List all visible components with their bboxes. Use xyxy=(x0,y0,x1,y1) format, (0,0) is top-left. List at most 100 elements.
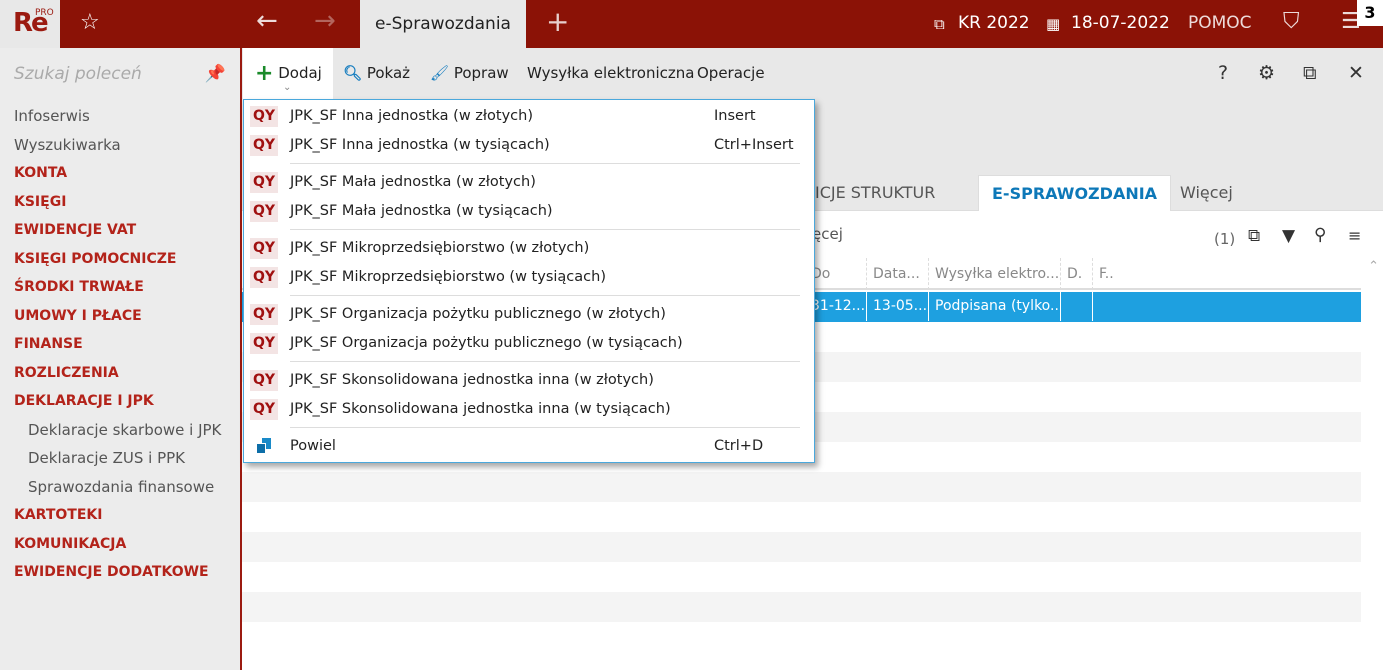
menu-item[interactable]: QY JPK_SF Skonsolidowana jednostka inna (… xyxy=(244,395,814,424)
qy-badge-icon: QY xyxy=(250,398,278,420)
menu-item[interactable]: QY JPK_SF Mała jednostka (w tysiącach) xyxy=(244,197,814,226)
sidebar-item[interactable]: KONTA xyxy=(0,159,240,188)
menu-item[interactable]: QY JPK_SF Inna jednostka (w złotych) Inser… xyxy=(244,102,814,131)
filter-icon[interactable]: ▼ xyxy=(1282,226,1295,246)
sidebar-item[interactable]: EWIDENCJE VAT xyxy=(0,216,240,245)
table-row-empty[interactable] xyxy=(242,502,1361,532)
tab-structures[interactable]: NICJE STRUKTUR xyxy=(803,175,935,211)
menu-item[interactable]: QY JPK_SF Organizacja pożytku publicznego… xyxy=(244,300,814,329)
table-cell: Podpisana (tylko... xyxy=(928,292,1060,321)
menu-item[interactable]: QY JPK_SF Inna jednostka (w tysiącach) Ctr… xyxy=(244,131,814,160)
sidebar-item[interactable]: UMOWY I PŁACE xyxy=(0,302,240,331)
toolbar: + Dodaj ⌄ 🔍︎ Pokaż 🖌︎ Popraw Wysyłka elek… xyxy=(242,48,1383,99)
search-placeholder: Szukaj poleceń xyxy=(14,64,142,84)
menu-item-shortcut: Ctrl+D xyxy=(714,438,764,454)
menu-item[interactable]: QY JPK_SF Mikroprzedsiębiorstwo (w złotyc… xyxy=(244,234,814,263)
column-header[interactable]: Data... xyxy=(866,258,928,290)
star-icon[interactable]: ☆ xyxy=(80,10,100,35)
menu-separator xyxy=(290,229,800,230)
sidebar-item[interactable]: ROZLICZENIA xyxy=(0,359,240,388)
sidebar-item[interactable]: KSIĘGI POMOCNICZE xyxy=(0,245,240,274)
sidebar-item[interactable]: Deklaracje ZUS i PPK xyxy=(0,444,240,473)
electronic-send-button[interactable]: Wysyłka elektroniczna xyxy=(527,48,694,99)
new-tab-plus-icon[interactable]: + xyxy=(546,5,569,38)
restore-window-icon[interactable]: ⧉ xyxy=(1303,62,1317,84)
show-button[interactable]: 🔍︎ Pokaż xyxy=(343,48,410,99)
column-header[interactable]: D. xyxy=(1060,258,1092,290)
menu-item[interactable]: QY JPK_SF Organizacja pożytku publicznego… xyxy=(244,329,814,358)
menu-item-label: JPK_SF Skonsolidowana jednostka inna (w … xyxy=(290,372,654,388)
menu-item-label: JPK_SF Inna jednostka (w tysiącach) xyxy=(290,136,550,153)
close-icon[interactable]: ✕ xyxy=(1348,62,1364,84)
menu-item-label: Powiel xyxy=(290,438,336,454)
sidebar: Szukaj poleceń 📌 Infoserwis Wyszukiwarka KO… xyxy=(0,48,242,670)
sidebar-item[interactable]: KSIĘGI xyxy=(0,188,240,217)
edit-label: Popraw xyxy=(453,64,509,82)
menu-item-shortcut: Insert xyxy=(714,108,756,124)
menu-item-label: JPK_SF Organizacja pożytku publicznego (… xyxy=(290,306,666,322)
brush-icon: 🖌︎ xyxy=(430,64,450,82)
sidebar-item[interactable]: Sprawozdania finansowe xyxy=(0,473,240,502)
tab-more[interactable]: Więcej xyxy=(1180,175,1233,211)
sidebar-item[interactable]: KOMUNIKACJA xyxy=(0,530,240,559)
pin-icon[interactable]: 📌 xyxy=(205,64,226,84)
menu-separator xyxy=(290,427,800,428)
menu-item-label: JPK_SF Organizacja pożytku publicznego (… xyxy=(290,334,683,351)
grid-menu-icon[interactable]: ≡ xyxy=(1348,226,1361,245)
sidebar-item[interactable]: FINANSE xyxy=(0,330,240,359)
qy-badge-icon: QY xyxy=(250,332,278,354)
qy-badge-icon: QY xyxy=(250,370,278,391)
tab-e-sprawozdania-section[interactable]: E-SPRAWOZDANIA xyxy=(978,175,1172,211)
qy-badge-icon: QY xyxy=(250,266,278,288)
add-button[interactable]: + Dodaj ⌄ xyxy=(243,48,333,99)
menu-separator xyxy=(290,295,800,296)
menu-item-label: JPK_SF Mikroprzedsiębiorstwo (w złotych) xyxy=(290,240,590,256)
table-row-empty[interactable] xyxy=(242,592,1361,622)
table-row-empty[interactable] xyxy=(242,532,1361,562)
show-label: Pokaż xyxy=(366,64,411,82)
sidebar-item[interactable]: EWIDENCJE DODATKOWE xyxy=(0,558,240,587)
plus-icon: + xyxy=(255,61,274,86)
add-dropdown-menu: QY JPK_SF Inna jednostka (w złotych) Inser… xyxy=(243,99,815,463)
back-arrow-icon[interactable]: ← xyxy=(256,6,278,36)
company-selector[interactable]: KR 2022 xyxy=(958,13,1030,33)
search-grid-icon[interactable]: ⚲ xyxy=(1314,225,1326,245)
sidebar-item[interactable]: Wyszukiwarka xyxy=(0,131,240,160)
scroll-up-icon[interactable]: ⌃ xyxy=(1368,259,1379,274)
qy-badge-icon: QY xyxy=(250,304,278,325)
forward-arrow-icon[interactable]: → xyxy=(314,6,336,36)
notification-badge: 3 xyxy=(1357,0,1383,26)
menu-item-duplicate[interactable]: Powiel Ctrl+D xyxy=(244,432,814,461)
menu-item-label: JPK_SF Inna jednostka (w złotych) xyxy=(290,108,533,124)
sidebar-item[interactable]: DEKLARACJE I JPK xyxy=(0,387,240,416)
operations-button[interactable]: Operacje xyxy=(697,48,765,99)
menu-item[interactable]: QY JPK_SF Mała jednostka (w złotych) xyxy=(244,168,814,197)
edit-button[interactable]: 🖌︎ Popraw xyxy=(430,48,509,99)
command-search-input[interactable]: Szukaj poleceń 📌 xyxy=(0,48,240,100)
export-icon[interactable]: ⧉ xyxy=(1248,226,1260,246)
more-link[interactable]: ęcej xyxy=(812,225,843,243)
tab-e-sprawozdania[interactable]: e-Sprawozdania xyxy=(360,0,526,48)
table-row-empty[interactable] xyxy=(242,472,1361,502)
table-row-empty[interactable] xyxy=(242,562,1361,592)
sidebar-item[interactable]: Infoserwis xyxy=(0,102,240,131)
record-count: (1) xyxy=(1214,230,1236,248)
menu-item-label: JPK_SF Mała jednostka (w złotych) xyxy=(290,174,536,190)
search-icon: 🔍︎ xyxy=(343,64,363,82)
sidebar-item[interactable]: Deklaracje skarbowe i JPK xyxy=(0,416,240,445)
menu-item[interactable]: QY JPK_SF Skonsolidowana jednostka inna (… xyxy=(244,366,814,395)
gear-icon[interactable]: ⚙ xyxy=(1258,62,1275,84)
shield-icon[interactable]: ⛉ xyxy=(1283,9,1300,34)
menu-separator xyxy=(290,361,800,362)
table-cell xyxy=(1060,292,1092,321)
table-row-empty[interactable] xyxy=(242,622,1361,652)
help-link[interactable]: POMOC xyxy=(1188,13,1252,33)
sidebar-item[interactable]: KARTOTEKI xyxy=(0,501,240,530)
date-selector[interactable]: 18-07-2022 xyxy=(1071,13,1170,33)
menu-item[interactable]: QY JPK_SF Mikroprzedsiębiorstwo (w tysiąc… xyxy=(244,263,814,292)
column-header[interactable]: F.. xyxy=(1092,258,1120,290)
column-header[interactable]: Wysyłka elektro... xyxy=(928,258,1060,290)
app-logo[interactable]: Re PRO xyxy=(0,0,60,48)
sidebar-item[interactable]: ŚRODKI TRWAŁE xyxy=(0,273,240,302)
help-icon[interactable]: ? xyxy=(1218,62,1228,84)
